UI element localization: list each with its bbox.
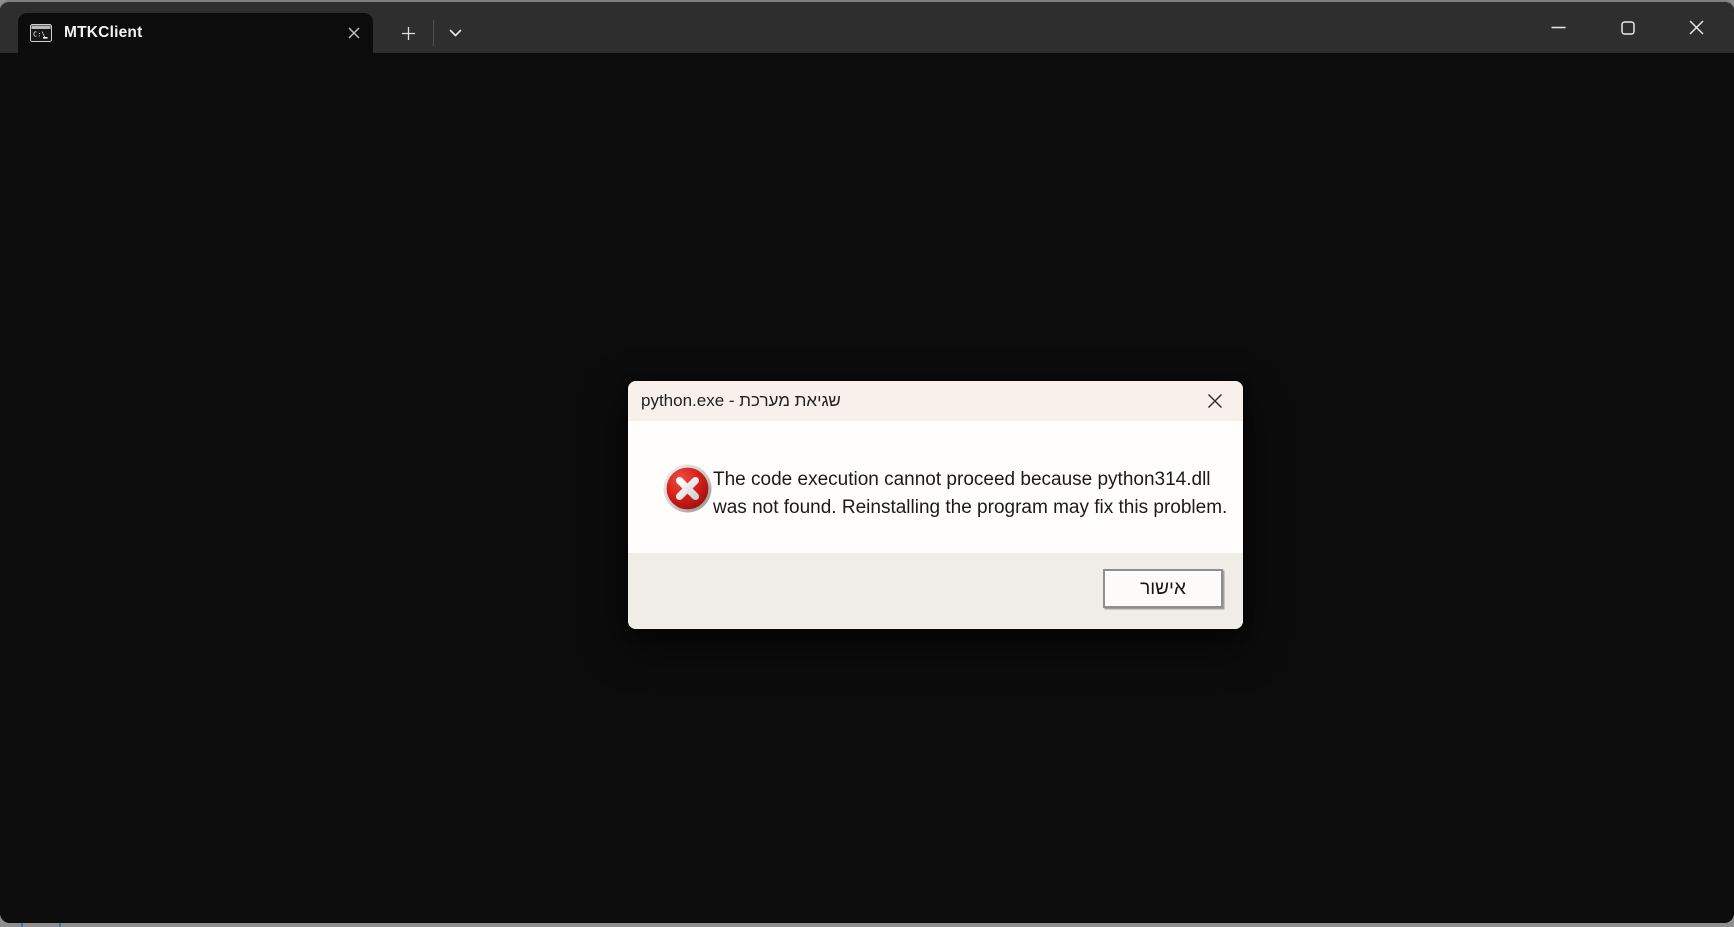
close-icon xyxy=(348,27,360,39)
new-tab-button[interactable] xyxy=(389,14,427,52)
error-message-line1: The code execution cannot proceed becaus… xyxy=(713,469,1211,490)
cmd-terminal-icon: C:\ xyxy=(30,24,52,42)
window-close-button[interactable] xyxy=(1662,2,1731,53)
minimize-button[interactable] xyxy=(1524,2,1593,53)
dialog-title: python.exe - שגיאת מערכת xyxy=(641,391,841,410)
error-message: The code execution cannot proceed becaus… xyxy=(713,466,1227,521)
title-bar: C:\ MTKClient xyxy=(0,2,1734,53)
window-controls xyxy=(1524,2,1731,53)
dialog-footer: אישור xyxy=(628,553,1243,629)
close-icon xyxy=(1208,394,1222,408)
maximize-button[interactable] xyxy=(1593,2,1662,53)
dialog-body: The code execution cannot proceed becaus… xyxy=(628,421,1243,553)
tab-dropdown-button[interactable] xyxy=(436,14,474,52)
tab-mtkclient[interactable]: C:\ MTKClient xyxy=(18,13,373,53)
dialog-titlebar[interactable]: python.exe - שגיאת מערכת xyxy=(628,381,1243,421)
maximize-icon xyxy=(1620,20,1635,35)
error-icon xyxy=(663,464,712,513)
error-dialog: python.exe - שגיאת מערכת The code execut… xyxy=(628,381,1243,629)
desktop: { "colors": { "terminal_bg": "#0c0c0c", … xyxy=(0,0,1734,927)
minimize-icon xyxy=(1551,26,1566,29)
ok-button[interactable]: אישור xyxy=(1103,569,1223,608)
tabbar-divider xyxy=(433,20,434,46)
error-message-line2: was not found. Reinstalling the program … xyxy=(713,496,1228,518)
tab-title: MTKClient xyxy=(64,24,143,41)
close-icon xyxy=(1689,20,1704,35)
background-window-fragment xyxy=(21,923,61,927)
plus-icon xyxy=(401,26,415,40)
chevron-down-icon xyxy=(449,29,461,37)
dialog-close-button[interactable] xyxy=(1198,384,1232,418)
tab-close-button[interactable] xyxy=(335,13,373,53)
